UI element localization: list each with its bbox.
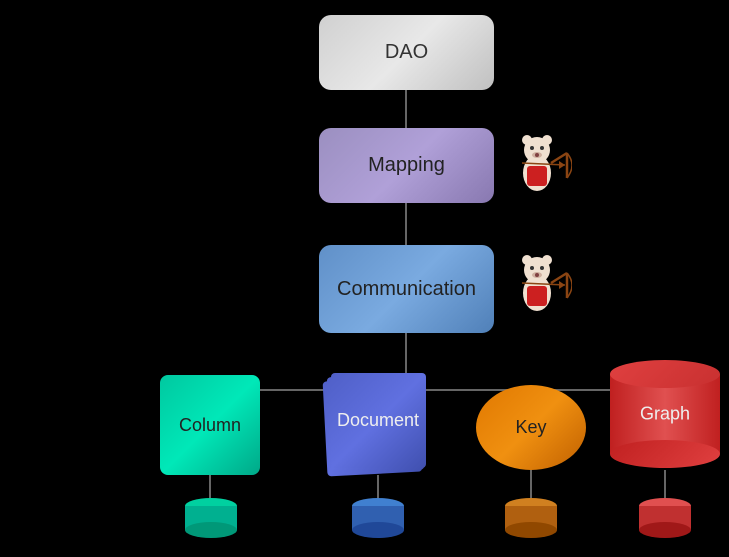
key-shape: Key <box>476 385 586 470</box>
archer-communication-icon <box>502 248 572 327</box>
small-cyl-document <box>350 498 406 547</box>
small-cyl-key <box>503 498 559 547</box>
graph-label: Graph <box>640 404 690 425</box>
dao-box: DAO <box>319 15 494 90</box>
cyl-bottom <box>610 440 720 468</box>
mapping-box: Mapping <box>319 128 494 203</box>
mapping-label: Mapping <box>368 154 445 177</box>
document-shape: Document <box>318 365 438 475</box>
column-shape: Column <box>160 375 260 475</box>
diagram-container: DAO Mapping <box>0 0 729 557</box>
key-label: Key <box>515 417 546 438</box>
communication-label: Communication <box>337 278 476 301</box>
small-cyl-column <box>183 498 239 547</box>
dao-label: DAO <box>385 41 428 64</box>
communication-box: Communication <box>319 245 494 333</box>
document-label: Document <box>337 410 419 431</box>
graph-cylinder: Graph <box>610 360 720 468</box>
archer-mapping-icon <box>502 128 572 207</box>
column-label: Column <box>179 415 241 436</box>
small-cyl-graph <box>637 498 693 547</box>
cyl-top <box>610 360 720 388</box>
